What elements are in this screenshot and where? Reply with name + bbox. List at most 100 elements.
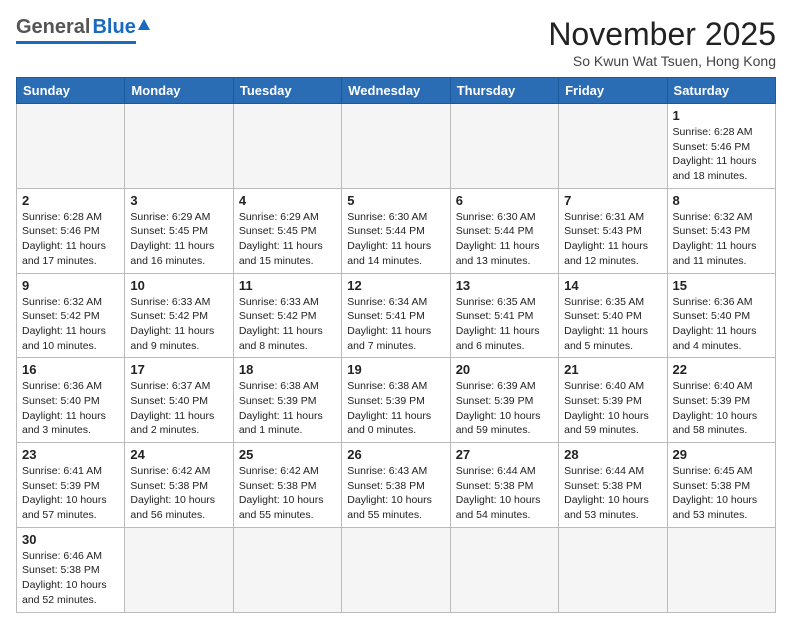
calendar-week-6: 30 Sunrise: 6:46 AMSunset: 5:38 PMDayligh… [17, 527, 776, 612]
weekday-header-row: SundayMondayTuesdayWednesdayThursdayFrid… [17, 78, 776, 104]
day-number: 8 [673, 193, 770, 208]
day-info: Sunrise: 6:29 AMSunset: 5:45 PMDaylight:… [239, 210, 336, 269]
day-info: Sunrise: 6:35 AMSunset: 5:40 PMDaylight:… [564, 295, 661, 354]
day-info: Sunrise: 6:43 AMSunset: 5:38 PMDaylight:… [347, 464, 444, 523]
day-info: Sunrise: 6:42 AMSunset: 5:38 PMDaylight:… [130, 464, 227, 523]
calendar-week-1: 1 Sunrise: 6:28 AMSunset: 5:46 PMDaylight… [17, 104, 776, 189]
day-number: 26 [347, 447, 444, 462]
calendar-cell: 26 Sunrise: 6:43 AMSunset: 5:38 PMDayligh… [342, 443, 450, 528]
day-number: 5 [347, 193, 444, 208]
calendar-cell: 5Sunrise: 6:30 AMSunset: 5:44 PMDaylight… [342, 188, 450, 273]
weekday-header-friday: Friday [559, 78, 667, 104]
calendar-cell [450, 104, 558, 189]
calendar-cell: 11 Sunrise: 6:33 AMSunset: 5:42 PMDayligh… [233, 273, 341, 358]
calendar-table: SundayMondayTuesdayWednesdayThursdayFrid… [16, 77, 776, 613]
day-info: Sunrise: 6:28 AMSunset: 5:46 PMDaylight:… [22, 210, 119, 269]
day-info: Sunrise: 6:34 AMSunset: 5:41 PMDaylight:… [347, 295, 444, 354]
day-info: Sunrise: 6:41 AMSunset: 5:39 PMDaylight:… [22, 464, 119, 523]
calendar-cell: 21Sunrise: 6:40 AMSunset: 5:39 PMDayligh… [559, 358, 667, 443]
day-info: Sunrise: 6:37 AMSunset: 5:40 PMDaylight:… [130, 379, 227, 438]
day-number: 1 [673, 108, 770, 123]
calendar-cell: 18 Sunrise: 6:38 AMSunset: 5:39 PMDayligh… [233, 358, 341, 443]
calendar-cell [342, 104, 450, 189]
weekday-header-wednesday: Wednesday [342, 78, 450, 104]
calendar-cell: 20 Sunrise: 6:39 AMSunset: 5:39 PMDayligh… [450, 358, 558, 443]
day-number: 17 [130, 362, 227, 377]
day-number: 13 [456, 278, 553, 293]
calendar-cell: 30 Sunrise: 6:46 AMSunset: 5:38 PMDayligh… [17, 527, 125, 612]
day-info: Sunrise: 6:45 AMSunset: 5:38 PMDaylight:… [673, 464, 770, 523]
day-info: Sunrise: 6:35 AMSunset: 5:41 PMDaylight:… [456, 295, 553, 354]
calendar-cell: 4Sunrise: 6:29 AMSunset: 5:45 PMDaylight… [233, 188, 341, 273]
day-number: 29 [673, 447, 770, 462]
day-number: 20 [456, 362, 553, 377]
calendar-cell [342, 527, 450, 612]
day-number: 21 [564, 362, 661, 377]
day-number: 15 [673, 278, 770, 293]
calendar-cell: 17 Sunrise: 6:37 AMSunset: 5:40 PMDayligh… [125, 358, 233, 443]
calendar-cell: 24 Sunrise: 6:42 AMSunset: 5:38 PMDayligh… [125, 443, 233, 528]
calendar-week-2: 2 Sunrise: 6:28 AMSunset: 5:46 PMDaylight… [17, 188, 776, 273]
weekday-header-sunday: Sunday [17, 78, 125, 104]
day-info: Sunrise: 6:44 AMSunset: 5:38 PMDaylight:… [456, 464, 553, 523]
title-area: November 2025 So Kwun Wat Tsuen, Hong Ko… [548, 16, 776, 69]
calendar-cell: 16 Sunrise: 6:36 AMSunset: 5:40 PMDayligh… [17, 358, 125, 443]
day-info: Sunrise: 6:29 AMSunset: 5:45 PMDaylight:… [130, 210, 227, 269]
calendar-cell: 1 Sunrise: 6:28 AMSunset: 5:46 PMDaylight… [667, 104, 775, 189]
calendar-cell: 28 Sunrise: 6:44 AMSunset: 5:38 PMDayligh… [559, 443, 667, 528]
day-number: 28 [564, 447, 661, 462]
calendar-week-3: 9Sunrise: 6:32 AMSunset: 5:42 PMDaylight… [17, 273, 776, 358]
calendar-cell [125, 104, 233, 189]
day-number: 23 [22, 447, 119, 462]
calendar-cell: 3 Sunrise: 6:29 AMSunset: 5:45 PMDaylight… [125, 188, 233, 273]
day-number: 18 [239, 362, 336, 377]
calendar-cell: 7Sunrise: 6:31 AMSunset: 5:43 PMDaylight… [559, 188, 667, 273]
day-number: 30 [22, 532, 119, 547]
calendar-cell [559, 527, 667, 612]
day-number: 24 [130, 447, 227, 462]
day-info: Sunrise: 6:46 AMSunset: 5:38 PMDaylight:… [22, 549, 119, 608]
day-info: Sunrise: 6:38 AMSunset: 5:39 PMDaylight:… [347, 379, 444, 438]
calendar-cell: 23 Sunrise: 6:41 AMSunset: 5:39 PMDayligh… [17, 443, 125, 528]
day-number: 6 [456, 193, 553, 208]
day-info: Sunrise: 6:28 AMSunset: 5:46 PMDaylight:… [673, 125, 770, 184]
calendar-cell: 15 Sunrise: 6:36 AMSunset: 5:40 PMDayligh… [667, 273, 775, 358]
day-number: 19 [347, 362, 444, 377]
day-info: Sunrise: 6:40 AMSunset: 5:39 PMDaylight:… [673, 379, 770, 438]
day-info: Sunrise: 6:44 AMSunset: 5:38 PMDaylight:… [564, 464, 661, 523]
day-info: Sunrise: 6:30 AMSunset: 5:44 PMDaylight:… [456, 210, 553, 269]
logo-general-text: General [16, 16, 90, 39]
day-info: Sunrise: 6:36 AMSunset: 5:40 PMDaylight:… [22, 379, 119, 438]
calendar-cell: 14 Sunrise: 6:35 AMSunset: 5:40 PMDayligh… [559, 273, 667, 358]
calendar-cell: 29 Sunrise: 6:45 AMSunset: 5:38 PMDayligh… [667, 443, 775, 528]
day-info: Sunrise: 6:39 AMSunset: 5:39 PMDaylight:… [456, 379, 553, 438]
location-subtitle: So Kwun Wat Tsuen, Hong Kong [548, 53, 776, 69]
day-number: 10 [130, 278, 227, 293]
weekday-header-saturday: Saturday [667, 78, 775, 104]
logo: General Blue [16, 16, 136, 44]
day-info: Sunrise: 6:33 AMSunset: 5:42 PMDaylight:… [239, 295, 336, 354]
day-info: Sunrise: 6:42 AMSunset: 5:38 PMDaylight:… [239, 464, 336, 523]
day-info: Sunrise: 6:38 AMSunset: 5:39 PMDaylight:… [239, 379, 336, 438]
day-number: 3 [130, 193, 227, 208]
day-info: Sunrise: 6:36 AMSunset: 5:40 PMDaylight:… [673, 295, 770, 354]
day-number: 27 [456, 447, 553, 462]
calendar-cell: 6 Sunrise: 6:30 AMSunset: 5:44 PMDaylight… [450, 188, 558, 273]
day-number: 16 [22, 362, 119, 377]
day-number: 7 [564, 193, 661, 208]
weekday-header-thursday: Thursday [450, 78, 558, 104]
day-info: Sunrise: 6:33 AMSunset: 5:42 PMDaylight:… [130, 295, 227, 354]
day-number: 22 [673, 362, 770, 377]
weekday-header-monday: Monday [125, 78, 233, 104]
calendar-cell: 9Sunrise: 6:32 AMSunset: 5:42 PMDaylight… [17, 273, 125, 358]
calendar-cell: 10 Sunrise: 6:33 AMSunset: 5:42 PMDayligh… [125, 273, 233, 358]
day-number: 2 [22, 193, 119, 208]
calendar-cell: 19 Sunrise: 6:38 AMSunset: 5:39 PMDayligh… [342, 358, 450, 443]
calendar-cell [667, 527, 775, 612]
day-number: 14 [564, 278, 661, 293]
day-info: Sunrise: 6:32 AMSunset: 5:42 PMDaylight:… [22, 295, 119, 354]
calendar-week-5: 23 Sunrise: 6:41 AMSunset: 5:39 PMDayligh… [17, 443, 776, 528]
day-number: 12 [347, 278, 444, 293]
day-number: 11 [239, 278, 336, 293]
calendar-cell: 25Sunrise: 6:42 AMSunset: 5:38 PMDayligh… [233, 443, 341, 528]
